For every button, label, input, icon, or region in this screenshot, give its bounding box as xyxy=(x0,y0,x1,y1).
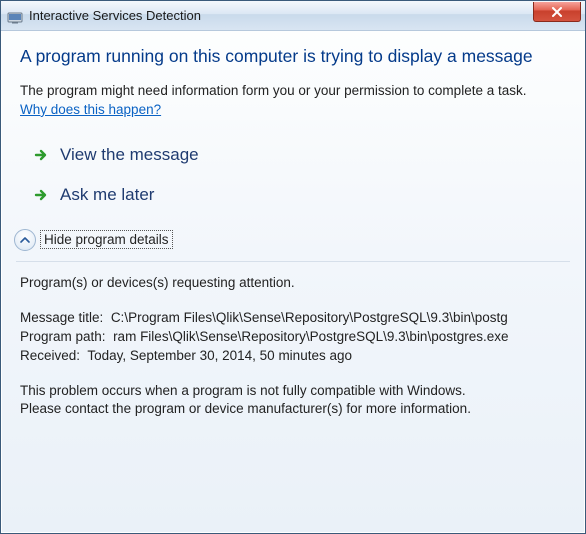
details-section: Program(s) or devices(s) requesting atte… xyxy=(2,262,584,433)
expander-row: Hide program details xyxy=(2,225,584,257)
received-label: Received: xyxy=(20,348,80,363)
close-button[interactable] xyxy=(533,2,581,22)
action-list: View the message Ask me later xyxy=(2,125,584,225)
description-text: The program might need information form … xyxy=(20,82,566,100)
program-path-value: ram Files\Qlik\Sense\Repository\PostgreS… xyxy=(113,329,508,344)
program-path-label: Program path: xyxy=(20,329,106,344)
ask-later-label: Ask me later xyxy=(60,185,154,205)
received-value: Today, September 30, 2014, 50 minutes ag… xyxy=(87,348,352,363)
chevron-up-icon xyxy=(19,234,31,246)
ask-later-action[interactable]: Ask me later xyxy=(32,175,566,215)
dialog-content: A program running on this computer is tr… xyxy=(1,31,585,533)
program-path-row: Program path: ram Files\Qlik\Sense\Repos… xyxy=(20,328,566,347)
window-title: Interactive Services Detection xyxy=(29,8,201,23)
upper-section: A program running on this computer is tr… xyxy=(2,31,584,125)
titlebar: Interactive Services Detection xyxy=(1,1,585,31)
footer-line-1: This problem occurs when a program is no… xyxy=(20,382,566,401)
received-row: Received: Today, September 30, 2014, 50 … xyxy=(20,347,566,366)
message-title-label: Message title: xyxy=(20,310,103,325)
details-intro: Program(s) or devices(s) requesting atte… xyxy=(20,274,566,293)
view-message-action[interactable]: View the message xyxy=(32,135,566,175)
why-link[interactable]: Why does this happen? xyxy=(20,102,161,117)
footer-line-2: Please contact the program or device man… xyxy=(20,400,566,419)
dialog-window: Interactive Services Detection A program… xyxy=(0,0,586,534)
arrow-right-icon xyxy=(32,186,50,204)
close-icon xyxy=(551,7,563,17)
message-title-row: Message title: C:\Program Files\Qlik\Sen… xyxy=(20,309,566,328)
main-heading: A program running on this computer is tr… xyxy=(20,45,566,68)
expander-label[interactable]: Hide program details xyxy=(40,230,173,249)
arrow-right-icon xyxy=(32,146,50,164)
expander-button[interactable] xyxy=(14,229,36,251)
message-title-value: C:\Program Files\Qlik\Sense\Repository\P… xyxy=(111,310,508,325)
app-icon xyxy=(7,8,23,24)
view-message-label: View the message xyxy=(60,145,199,165)
